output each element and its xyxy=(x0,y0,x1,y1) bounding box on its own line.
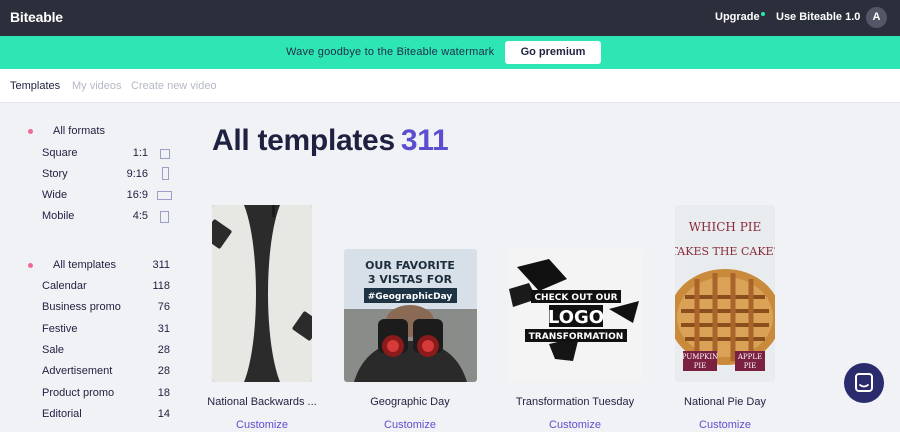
tab-bar: Templates My videos Create new video xyxy=(0,69,900,103)
category-count: 31 xyxy=(157,323,170,335)
category-business-promo[interactable]: Business promo 76 xyxy=(42,301,170,317)
thumb-text: 3 VISTAS FOR xyxy=(368,273,453,286)
thumb-text: APPLE xyxy=(737,353,762,361)
chat-icon xyxy=(855,373,873,392)
template-thumbnail-geographic-day[interactable]: OUR FAVORITE 3 VISTAS FOR #GeographicDay xyxy=(344,249,477,382)
format-ratio: 16:9 xyxy=(126,189,148,201)
category-label: Editorial xyxy=(42,408,82,420)
category-label: Business promo xyxy=(42,301,121,313)
template-count: 311 xyxy=(400,124,449,157)
format-mobile[interactable]: Mobile 4:5 xyxy=(42,210,170,226)
customize-link[interactable]: Customize xyxy=(659,419,791,431)
category-product-promo[interactable]: Product promo 18 xyxy=(42,387,170,403)
thumb-text: PIE xyxy=(694,362,707,370)
notification-dot xyxy=(761,12,765,16)
template-thumbnail-pie-day[interactable]: WHICH PIE TAKES THE CAKE? PUMPKIN PIE AP… xyxy=(675,205,775,382)
format-ratio: 9:16 xyxy=(126,168,148,180)
bullet-icon xyxy=(28,129,33,134)
wide-icon xyxy=(157,191,172,200)
thumb-text: PIE xyxy=(744,362,757,370)
format-label: Mobile xyxy=(42,210,75,222)
category-sale[interactable]: Sale 28 xyxy=(42,344,170,360)
category-count: 76 xyxy=(157,301,170,313)
top-bar: Biteable Upgrade Use Biteable 1.0 A xyxy=(0,0,900,36)
customize-link[interactable]: Customize xyxy=(196,419,328,431)
story-icon xyxy=(162,167,169,180)
category-label: Festive xyxy=(42,323,78,335)
category-label: Sale xyxy=(42,344,65,356)
customize-link[interactable]: Customize xyxy=(509,419,641,431)
format-label: All formats xyxy=(53,125,105,137)
category-count: 28 xyxy=(157,365,170,377)
thumb-text: LOGO xyxy=(548,307,604,328)
square-icon xyxy=(160,149,170,159)
category-label: Calendar xyxy=(42,280,87,292)
template-thumbnail-transformation-tuesday[interactable]: CHECK OUT OUR LOGO TRANSFORMATION xyxy=(509,249,642,382)
format-label: Wide xyxy=(42,189,68,201)
category-calendar[interactable]: Calendar 118 xyxy=(42,280,170,296)
tab-my-videos[interactable]: My videos xyxy=(72,80,122,92)
transformation-tuesday-thumb-image: CHECK OUT OUR LOGO TRANSFORMATION xyxy=(509,249,642,382)
thumb-text: #GeographicDay xyxy=(368,292,453,302)
geographic-day-thumb-image: OUR FAVORITE 3 VISTAS FOR #GeographicDay xyxy=(344,249,477,382)
card-title: National Pie Day xyxy=(684,396,766,408)
category-count: 118 xyxy=(152,280,170,292)
thumb-text: OUR FAVORITE xyxy=(365,259,455,272)
tab-create-new-video[interactable]: Create new video xyxy=(131,80,217,92)
premium-banner: Wave goodbye to the Biteable watermark G… xyxy=(0,36,900,69)
category-label: Advertisement xyxy=(42,365,113,377)
go-premium-button[interactable]: Go premium xyxy=(505,41,601,64)
category-count: 18 xyxy=(157,387,170,399)
category-count: 14 xyxy=(157,408,170,420)
card-title: Transformation Tuesday xyxy=(515,396,635,408)
page-title-text: All templates xyxy=(212,124,395,157)
tab-templates[interactable]: Templates xyxy=(10,80,60,92)
logo[interactable]: Biteable xyxy=(10,9,63,25)
category-label: All templates xyxy=(53,259,116,271)
avatar[interactable]: A xyxy=(866,7,887,28)
category-editorial[interactable]: Editorial 14 xyxy=(42,408,170,424)
category-label: Product promo xyxy=(42,387,115,399)
format-label: Story xyxy=(42,168,68,180)
category-advertisement[interactable]: Advertisement 28 xyxy=(42,365,170,381)
format-wide[interactable]: Wide 16:9 xyxy=(42,189,172,205)
upgrade-link[interactable]: Upgrade xyxy=(715,11,760,23)
thumb-text: PUMPKIN xyxy=(682,353,718,361)
thumb-text: WHICH PIE xyxy=(689,220,762,234)
format-ratio: 4:5 xyxy=(132,210,148,222)
chat-button[interactable] xyxy=(844,363,884,403)
mobile-icon xyxy=(160,211,169,223)
pie-day-thumb-image: WHICH PIE TAKES THE CAKE? PUMPKIN PIE AP… xyxy=(675,205,775,382)
customize-link[interactable]: Customize xyxy=(344,419,476,431)
backwards-day-thumb-image xyxy=(212,205,312,382)
use-biteable-link[interactable]: Use Biteable 1.0 xyxy=(776,11,860,23)
category-count: 28 xyxy=(157,344,170,356)
template-thumbnail-backwards-day[interactable] xyxy=(212,205,312,382)
format-label: Square xyxy=(42,147,78,159)
card-title: Geographic Day xyxy=(370,396,450,408)
bullet-icon xyxy=(28,263,33,268)
card-title: National Backwards ... xyxy=(207,396,317,408)
format-story[interactable]: Story 9:16 xyxy=(42,167,170,184)
page-title: All templates 311 xyxy=(212,124,449,158)
category-festive[interactable]: Festive 31 xyxy=(42,323,170,339)
format-ratio: 1:1 xyxy=(132,147,148,159)
format-square[interactable]: Square 1:1 xyxy=(42,147,170,163)
thumb-text: CHECK OUT OUR xyxy=(534,293,617,303)
category-all-templates[interactable]: All templates 311 xyxy=(28,259,170,275)
thumb-text: TRANSFORMATION xyxy=(529,332,624,342)
format-all[interactable]: All formats xyxy=(28,125,170,141)
thumb-text: TAKES THE CAKE? xyxy=(675,245,775,258)
category-count: 311 xyxy=(152,259,170,271)
banner-text: Wave goodbye to the Biteable watermark xyxy=(286,46,495,58)
